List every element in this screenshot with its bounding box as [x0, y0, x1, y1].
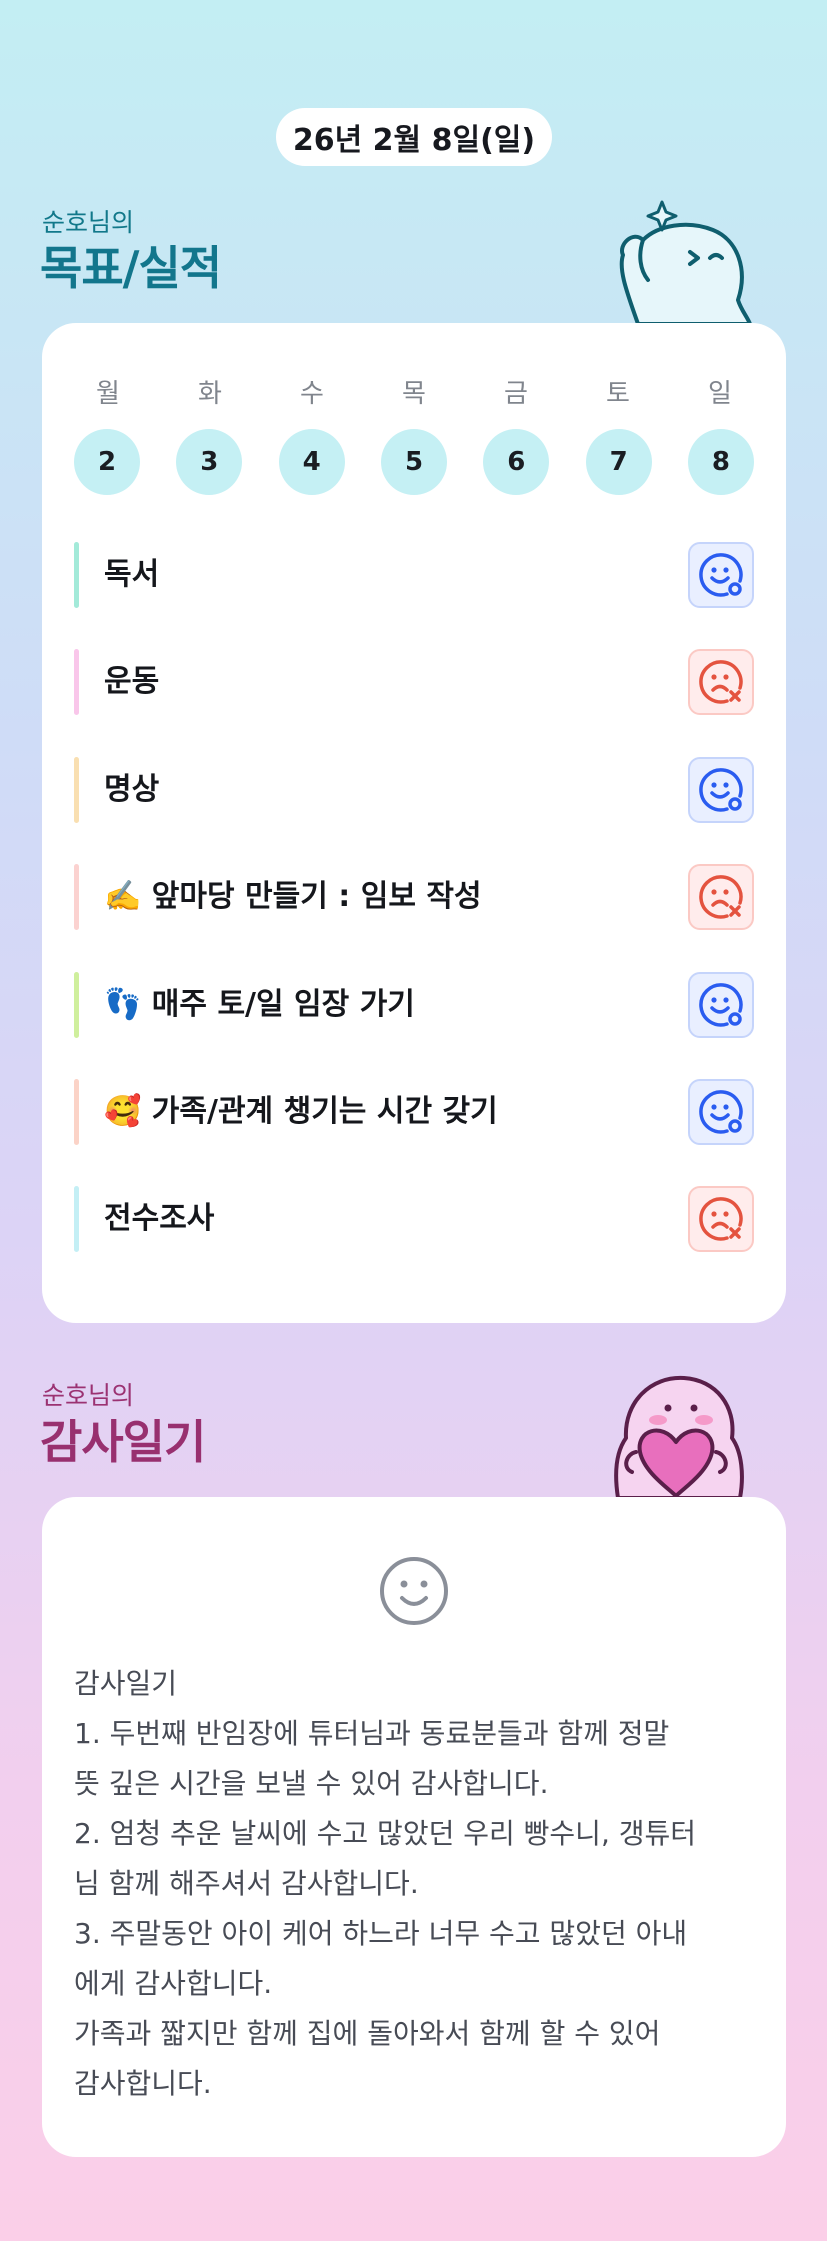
diary-line: 뜻 깊은 시간을 보낼 수 있어 감사합니다.: [74, 1767, 549, 1800]
gratitude-diary-text: 감사일기 1. 두번째 반임장에 튜터님과 동료분들과 함께 정말 뜻 깊은 시…: [74, 1659, 754, 2109]
goal-row: 🥰 가족/관계 챙기는 시간 갖기: [74, 1079, 754, 1145]
weekday-label: 수: [300, 379, 324, 409]
goal-label: 운동: [104, 664, 160, 699]
goal-label: 👣 매주 토/일 임장 가기: [104, 987, 415, 1022]
date-pill[interactable]: 26년 2월 8일(일): [276, 108, 552, 166]
day-selector: 2 3 4 5 6 7 8: [74, 429, 754, 495]
goal-row: 전수조사: [74, 1186, 754, 1252]
diary-line: 감사일기: [74, 1667, 178, 1700]
goal-row: ✍️ 앞마당 만들기 : 임보 작성: [74, 864, 754, 930]
goal-status-button[interactable]: [688, 972, 754, 1038]
day-circle-sat[interactable]: 7: [585, 429, 652, 495]
day-circle-tue[interactable]: 3: [176, 429, 243, 495]
goals-card: 월 화 수 목 금 토 일 2 3 4 5 6 7 8 독서 운동 명상 ✍️ …: [42, 323, 786, 1323]
diary-line: 님 함께 해주셔서 감사합니다.: [74, 1867, 419, 1900]
happy-face-icon: [699, 553, 743, 597]
goals-title: 목표/실적: [40, 241, 222, 295]
goal-status-button[interactable]: [688, 864, 754, 930]
diary-line: 1. 두번째 반임장에 튜터님과 동료분들과 함께 정말: [74, 1717, 670, 1750]
goal-row: 독서: [74, 542, 754, 608]
diary-line: 2. 엄청 추운 날씨에 수고 많았던 우리 빵수니, 갱튜터: [74, 1817, 697, 1850]
day-circle-sun[interactable]: 8: [687, 429, 754, 495]
goal-color-bar: [74, 649, 79, 715]
happy-face-icon: [699, 1090, 743, 1134]
goal-row: 운동: [74, 649, 754, 715]
happy-face-icon: [699, 983, 743, 1027]
sad-face-icon: [699, 1197, 743, 1241]
day-circle-thu[interactable]: 5: [380, 429, 447, 495]
gratitude-title: 감사일기: [40, 1415, 206, 1469]
goal-label: 독서: [104, 557, 160, 592]
diary-line: 에게 감사합니다.: [74, 1967, 273, 2000]
happy-face-icon: [699, 768, 743, 812]
weekday-header: 월 화 수 목 금 토 일: [74, 373, 754, 410]
diary-line: 3. 주말동안 아이 케어 하느라 너무 수고 많았던 아내: [74, 1917, 688, 1950]
goal-status-button[interactable]: [688, 542, 754, 608]
goal-status-button[interactable]: [688, 757, 754, 823]
gratitude-card: 감사일기 1. 두번째 반임장에 튜터님과 동료분들과 함께 정말 뜻 깊은 시…: [42, 1497, 786, 2157]
weekday-label: 토: [606, 379, 630, 409]
sad-face-icon: [699, 660, 743, 704]
goal-status-button[interactable]: [688, 649, 754, 715]
weekday-label: 화: [198, 379, 222, 409]
goal-label: 🥰 가족/관계 챙기는 시간 갖기: [104, 1094, 498, 1129]
goal-row: 명상: [74, 757, 754, 823]
day-circle-wed[interactable]: 4: [278, 429, 345, 495]
weekday-label: 금: [504, 379, 528, 409]
smile-face-icon[interactable]: [378, 1555, 450, 1627]
goal-color-bar: [74, 864, 79, 930]
diary-line: 가족과 짧지만 함께 집에 돌아와서 함께 할 수 있어: [74, 2017, 661, 2050]
goal-color-bar: [74, 1186, 79, 1252]
goal-color-bar: [74, 972, 79, 1038]
goal-status-button[interactable]: [688, 1079, 754, 1145]
weekday-label: 일: [708, 379, 732, 409]
day-circle-fri[interactable]: 6: [483, 429, 550, 495]
goal-color-bar: [74, 1079, 79, 1145]
goal-label: ✍️ 앞마당 만들기 : 임보 작성: [104, 879, 482, 914]
sad-face-icon: [699, 875, 743, 919]
diary-line: 감사합니다.: [74, 2067, 212, 2100]
mascot-heart-icon: [614, 1375, 744, 1498]
goal-color-bar: [74, 757, 79, 823]
weekday-label: 월: [96, 379, 120, 409]
goal-status-button[interactable]: [688, 1186, 754, 1252]
day-circle-mon[interactable]: 2: [74, 429, 140, 495]
goal-label: 전수조사: [104, 1201, 215, 1236]
mascot-waving-icon: [619, 200, 752, 324]
goal-label: 명상: [104, 772, 160, 807]
weekday-label: 목: [402, 379, 426, 409]
goal-color-bar: [74, 542, 79, 608]
goal-row: 👣 매주 토/일 임장 가기: [74, 972, 754, 1038]
